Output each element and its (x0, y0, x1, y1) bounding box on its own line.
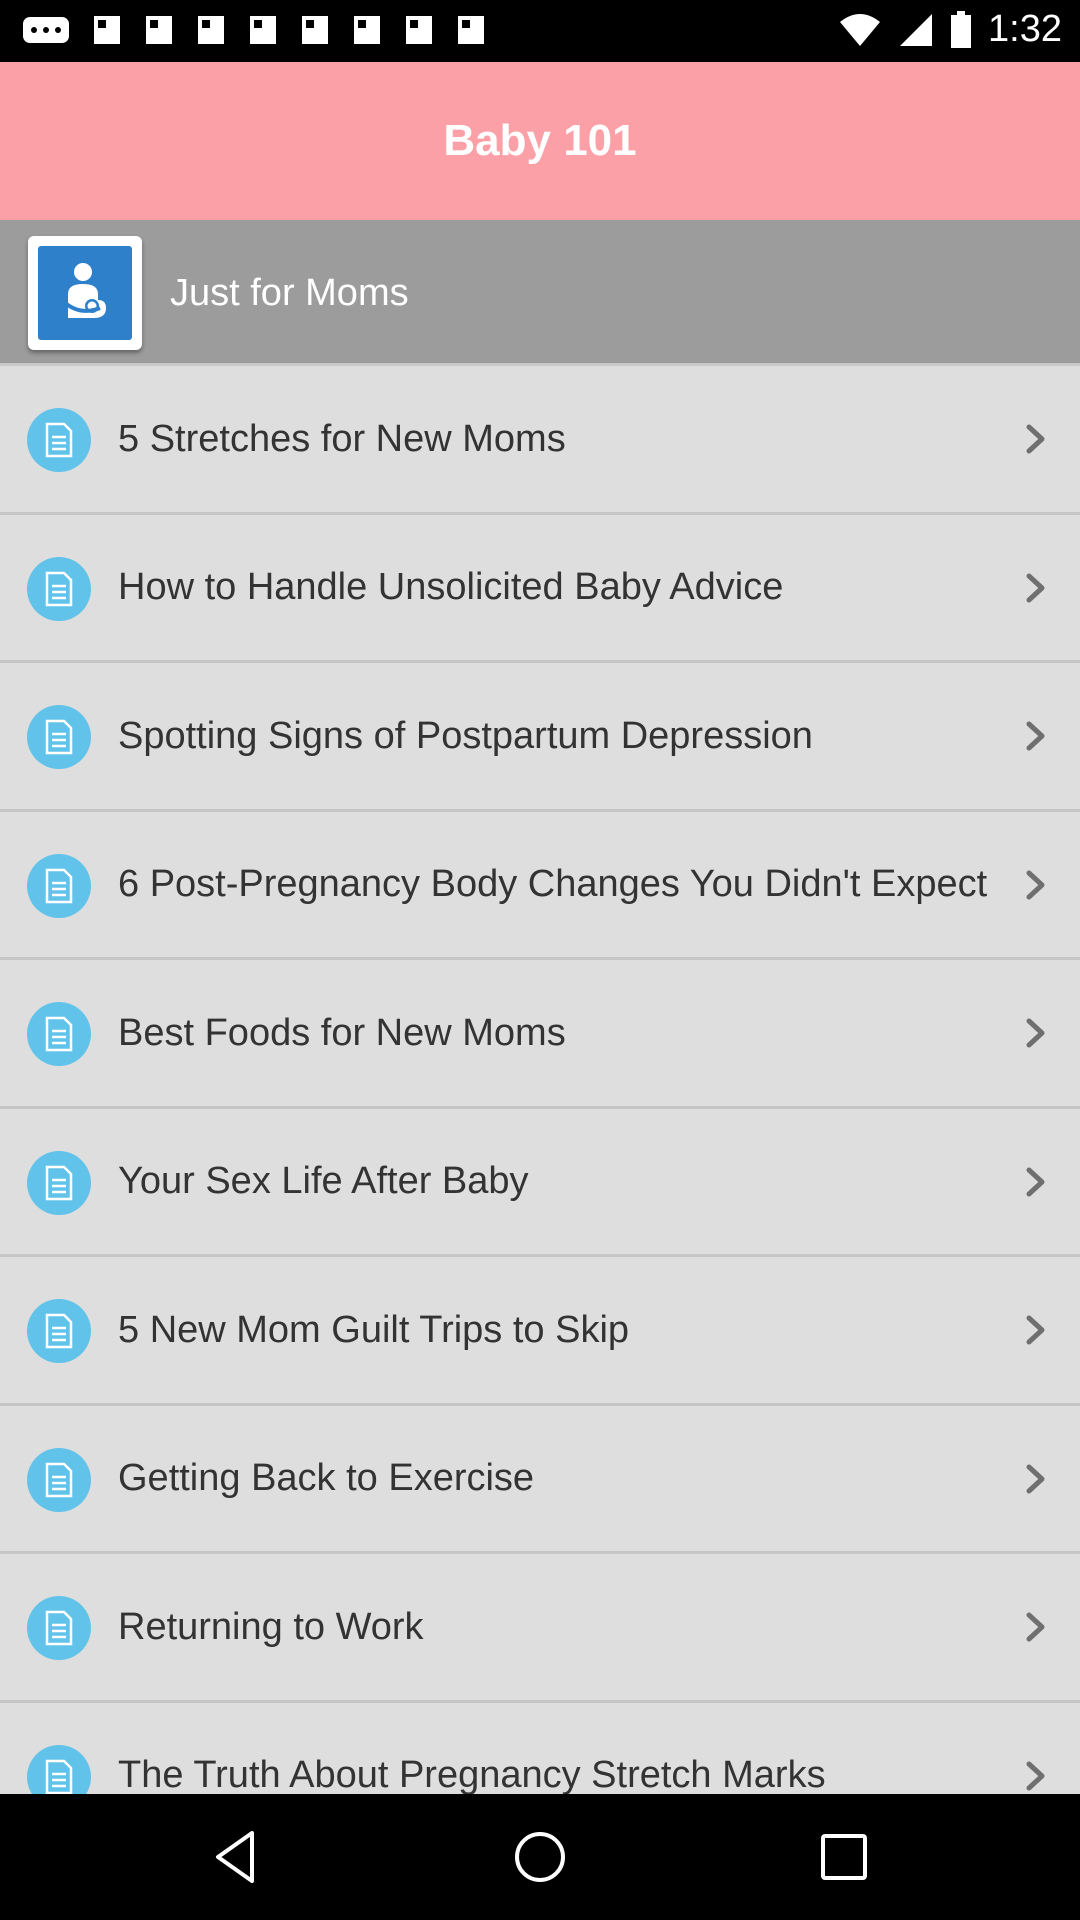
home-icon (515, 1832, 565, 1882)
image-icon (302, 16, 328, 44)
section-header: Just for Moms (0, 220, 1080, 366)
list-item-label: Best Foods for New Moms (118, 1011, 566, 1054)
image-icon (250, 16, 276, 44)
list-item-label: Returning to Work (118, 1605, 424, 1648)
chevron-right-icon (1026, 1315, 1045, 1345)
status-time: 1:32 (988, 8, 1062, 50)
battery-icon (951, 10, 972, 48)
signal-icon (900, 13, 933, 46)
list-item-label: Spotting Signs of Postpartum Depression (118, 714, 813, 757)
article-list: 5 Stretches for New Moms How to Handle U… (0, 366, 1080, 1794)
app-header: Baby 101 (0, 62, 1080, 220)
document-icon (27, 1002, 91, 1066)
navigation-bar (0, 1794, 1080, 1920)
list-item[interactable]: The Truth About Pregnancy Stretch Marks (0, 1702, 1080, 1794)
image-icon (146, 16, 172, 44)
document-icon (27, 1744, 91, 1794)
list-item-label: 5 Stretches for New Moms (118, 417, 566, 460)
image-icon (94, 16, 120, 44)
list-item-label: The Truth About Pregnancy Stretch Marks (118, 1754, 826, 1794)
image-icon (198, 16, 224, 44)
list-item[interactable]: Getting Back to Exercise (0, 1405, 1080, 1554)
chevron-right-icon (1026, 870, 1045, 899)
image-icon (406, 16, 432, 44)
notification-icon (23, 17, 69, 43)
document-icon (27, 705, 91, 769)
image-icon (458, 16, 484, 44)
chevron-right-icon (1026, 1018, 1045, 1048)
document-icon (27, 408, 91, 472)
document-icon (27, 1150, 91, 1215)
chevron-right-icon (1026, 424, 1045, 454)
notification-icons (22, 14, 486, 46)
list-item-label: 5 New Mom Guilt Trips to Skip (118, 1308, 630, 1351)
document-icon (27, 1299, 91, 1363)
list-item[interactable]: How to Handle Unsolicited Baby Advice (0, 514, 1080, 663)
image-icon (354, 16, 380, 44)
section-icon-frame (28, 236, 142, 350)
list-item-label: Getting Back to Exercise (118, 1457, 535, 1499)
status-bar: 1:32 (0, 0, 1080, 62)
chevron-right-icon (1026, 721, 1045, 751)
chevron-right-icon (1026, 573, 1045, 602)
list-item-label: 6 Post-Pregnancy Body Changes You Didn't… (118, 863, 988, 905)
back-icon (216, 1831, 254, 1883)
document-icon (27, 1447, 91, 1512)
system-icons: 1:32 (838, 8, 1062, 51)
list-item[interactable]: Your Sex Life After Baby (0, 1108, 1080, 1257)
document-icon (27, 1596, 91, 1660)
chevron-right-icon (1026, 1167, 1045, 1196)
chevron-right-icon (1026, 1464, 1045, 1493)
list-item[interactable]: 5 New Mom Guilt Trips to Skip (0, 1257, 1080, 1406)
section-title: Just for Moms (170, 271, 409, 314)
chevron-right-icon (1026, 1612, 1045, 1642)
list-item[interactable]: 6 Post-Pregnancy Body Changes You Didn't… (0, 811, 1080, 960)
recents-icon (821, 1834, 867, 1880)
list-item-label: How to Handle Unsolicited Baby Advice (118, 566, 784, 608)
wifi-icon (840, 13, 881, 46)
list-item[interactable]: 5 Stretches for New Moms (0, 366, 1080, 515)
back-button[interactable] (196, 1817, 276, 1897)
document-icon (27, 853, 91, 918)
chevron-right-icon (1026, 1761, 1045, 1790)
app-title: Baby 101 (443, 116, 637, 165)
list-item[interactable]: Best Foods for New Moms (0, 960, 1080, 1109)
recents-button[interactable] (804, 1817, 884, 1897)
list-item[interactable]: Returning to Work (0, 1554, 1080, 1703)
document-icon (27, 556, 91, 621)
list-item-label: Your Sex Life After Baby (118, 1160, 529, 1202)
home-button[interactable] (500, 1817, 580, 1897)
list-item[interactable]: Spotting Signs of Postpartum Depression (0, 663, 1080, 812)
mother-baby-icon (38, 246, 132, 340)
